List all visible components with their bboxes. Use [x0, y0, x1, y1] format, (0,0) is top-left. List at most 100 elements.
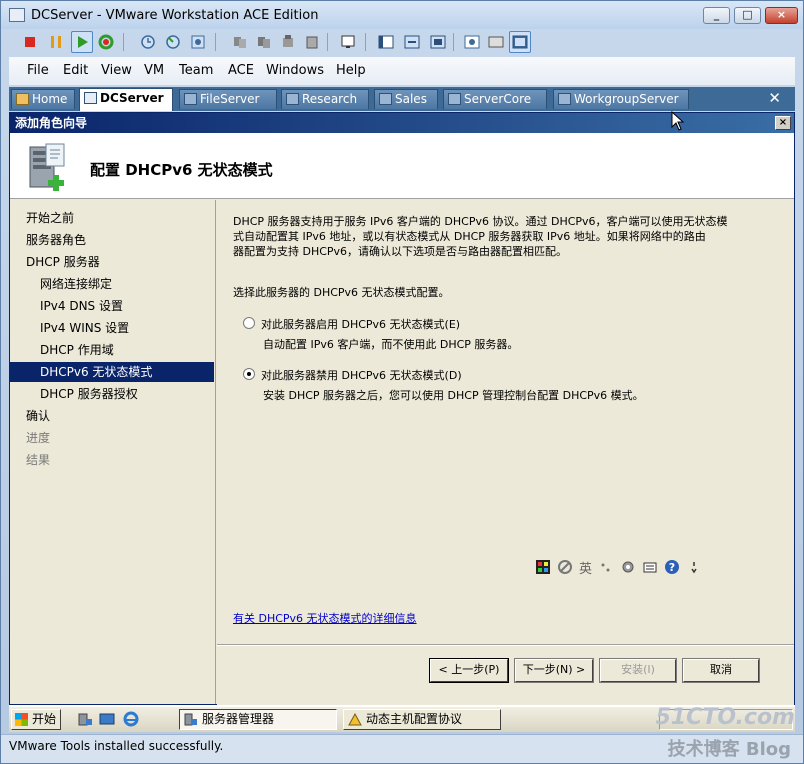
server-manager-quicklaunch-icon[interactable] — [77, 711, 93, 727]
power-off-icon[interactable] — [19, 31, 41, 53]
help-icon[interactable]: ? — [664, 559, 680, 575]
ime-menu-icon[interactable] — [535, 559, 551, 575]
snapshot-manager-icon[interactable] — [187, 31, 209, 53]
close-button[interactable]: × — [765, 7, 798, 24]
vm-icon — [184, 93, 197, 105]
revert-snapshot-icon[interactable] — [162, 31, 184, 53]
team-icon[interactable] — [229, 31, 251, 53]
ace-icon[interactable] — [277, 31, 299, 53]
close-tab-icon[interactable]: ✕ — [768, 89, 781, 107]
settings-icon[interactable] — [620, 559, 636, 575]
options-chevron-icon[interactable] — [686, 559, 702, 575]
windows-logo-icon — [15, 713, 28, 726]
taskbar-dhcp[interactable]: 动态主机配置协议 — [343, 709, 501, 730]
page-title: 配置 DHCPv6 无状态模式 — [90, 161, 273, 179]
vm-icon — [558, 93, 571, 105]
nav-server-roles[interactable]: 服务器角色 — [10, 230, 214, 250]
quick-switch-icon[interactable] — [401, 31, 423, 53]
nav-ipv4-wins[interactable]: IPv4 WINS 设置 — [10, 318, 214, 338]
menu-windows[interactable]: Windows — [266, 63, 324, 78]
tab-label: ServerCore — [464, 92, 532, 106]
language-bar: 英 ? — [535, 556, 715, 578]
start-button[interactable]: 开始 — [11, 709, 61, 730]
more-info-link[interactable]: 有关 DHCPv6 无状态模式的详细信息 — [233, 610, 417, 626]
tab-label: FileServer — [200, 92, 260, 106]
console-view-icon[interactable] — [509, 31, 531, 53]
guest-screen[interactable]: 添加角色向导 × 配置 DHCPv6 无状态模式 开始之前 服务器角色 DHCP… — [9, 112, 795, 732]
mouse-cursor-icon — [671, 111, 685, 131]
input-language[interactable]: 英 — [579, 558, 592, 577]
nav-dhcpv6-stateless[interactable]: DHCPv6 无状态模式 — [10, 362, 214, 382]
vm-icon — [379, 93, 392, 105]
punctuation-icon[interactable] — [598, 559, 614, 575]
wizard-close-button[interactable]: × — [775, 116, 791, 130]
tab-workgroupserver[interactable]: WorkgroupServer — [553, 89, 689, 109]
internet-explorer-icon[interactable] — [123, 711, 139, 727]
vm-icon — [84, 92, 97, 104]
snapshot-icon[interactable] — [137, 31, 159, 53]
window-title: DCServer - VMware Workstation ACE Editio… — [31, 8, 319, 23]
server-role-icon — [29, 143, 65, 191]
summary-view-icon[interactable] — [461, 31, 483, 53]
cancel-button[interactable]: 取消 — [683, 659, 759, 682]
menu-file[interactable]: File — [27, 63, 49, 78]
show-desktop-icon[interactable] — [99, 711, 115, 727]
appliance-view-icon[interactable] — [485, 31, 507, 53]
nav-progress: 进度 — [26, 431, 51, 445]
console-icon[interactable] — [337, 31, 359, 53]
reset-icon[interactable] — [95, 31, 117, 53]
menu-edit[interactable]: Edit — [63, 63, 88, 78]
clone-icon[interactable] — [253, 31, 275, 53]
maximize-button[interactable]: □ — [734, 7, 761, 24]
dhcp-icon — [348, 713, 362, 726]
app-icon — [9, 8, 25, 22]
menu-view[interactable]: View — [101, 63, 132, 78]
menu-vm[interactable]: VM — [144, 63, 164, 78]
nav-confirmation[interactable]: 确认 — [10, 406, 214, 426]
nav-ipv4-dns[interactable]: IPv4 DNS 设置 — [10, 296, 214, 316]
minimize-button[interactable]: _ — [703, 7, 730, 24]
title-bar: DCServer - VMware Workstation ACE Editio… — [1, 1, 803, 29]
taskbar-server-manager[interactable]: 服务器管理器 — [179, 709, 337, 730]
disable-stateless-label[interactable]: 对此服务器禁用 DHCPv6 无状态模式(D) — [261, 367, 462, 383]
sidebar-view-icon[interactable] — [375, 31, 397, 53]
install-button[interactable]: 安装(I) — [600, 659, 676, 682]
vm-icon — [448, 93, 461, 105]
nav-network-binding[interactable]: 网络连接绑定 — [10, 274, 214, 294]
description-line: DHCP 服务器支持用于服务 IPv6 客户端的 DHCPv6 协议。通过 DH… — [233, 215, 728, 228]
soft-keyboard-icon[interactable] — [642, 559, 658, 575]
menu-ace[interactable]: ACE — [228, 63, 254, 78]
description-line: 式自动配置其 IPv6 地址，或以有状态模式从 DHCP 服务器获取 IPv6 … — [233, 230, 706, 243]
tab-home[interactable]: Home — [11, 89, 75, 109]
selection-prompt: 选择此服务器的 DHCPv6 无状态模式配置。 — [233, 286, 450, 299]
tab-dcserver[interactable]: DCServer — [79, 88, 173, 111]
full-screen-icon[interactable] — [427, 31, 449, 53]
description-line: 器配置为支持 DHCPv6，请确认以下选项是否与路由器配置相匹配。 — [233, 245, 568, 258]
start-label: 开始 — [32, 712, 57, 726]
menu-bar: File Edit View VM Team ACE Windows Help — [9, 57, 795, 85]
description: DHCP 服务器支持用于服务 IPv6 客户端的 DHCPv6 协议。通过 DH… — [233, 214, 773, 259]
enable-stateless-radio[interactable] — [243, 317, 255, 329]
nav-before-you-begin[interactable]: 开始之前 — [10, 208, 214, 228]
tab-fileserver[interactable]: FileServer — [179, 89, 277, 109]
server-manager-icon — [184, 713, 197, 726]
next-button[interactable]: 下一步(N) > — [515, 659, 593, 682]
menu-team[interactable]: Team — [179, 63, 213, 78]
task-label: 动态主机配置协议 — [366, 712, 463, 726]
disable-stateless-radio[interactable] — [243, 368, 255, 380]
nav-dhcp-authorization[interactable]: DHCP 服务器授权 — [10, 384, 214, 404]
previous-button[interactable]: < 上一步(P) — [430, 659, 508, 682]
nav-dhcp-scopes[interactable]: DHCP 作用域 — [10, 340, 214, 360]
suspend-icon[interactable] — [45, 31, 67, 53]
package-icon[interactable] — [301, 31, 323, 53]
tab-research[interactable]: Research — [281, 89, 369, 109]
tab-sales[interactable]: Sales — [374, 89, 438, 109]
menu-help[interactable]: Help — [336, 63, 366, 78]
tab-servercore[interactable]: ServerCore — [443, 89, 547, 109]
enable-stateless-label[interactable]: 对此服务器启用 DHCPv6 无状态模式(E) — [261, 316, 460, 332]
nav-dhcp-server[interactable]: DHCP 服务器 — [10, 252, 214, 272]
power-on-icon[interactable] — [71, 31, 93, 53]
watermark-site: 51CTO.com — [655, 705, 795, 730]
task-label: 服务器管理器 — [202, 712, 275, 726]
wizard-content: DHCP 服务器支持用于服务 IPv6 客户端的 DHCPv6 协议。通过 DH… — [217, 200, 794, 705]
